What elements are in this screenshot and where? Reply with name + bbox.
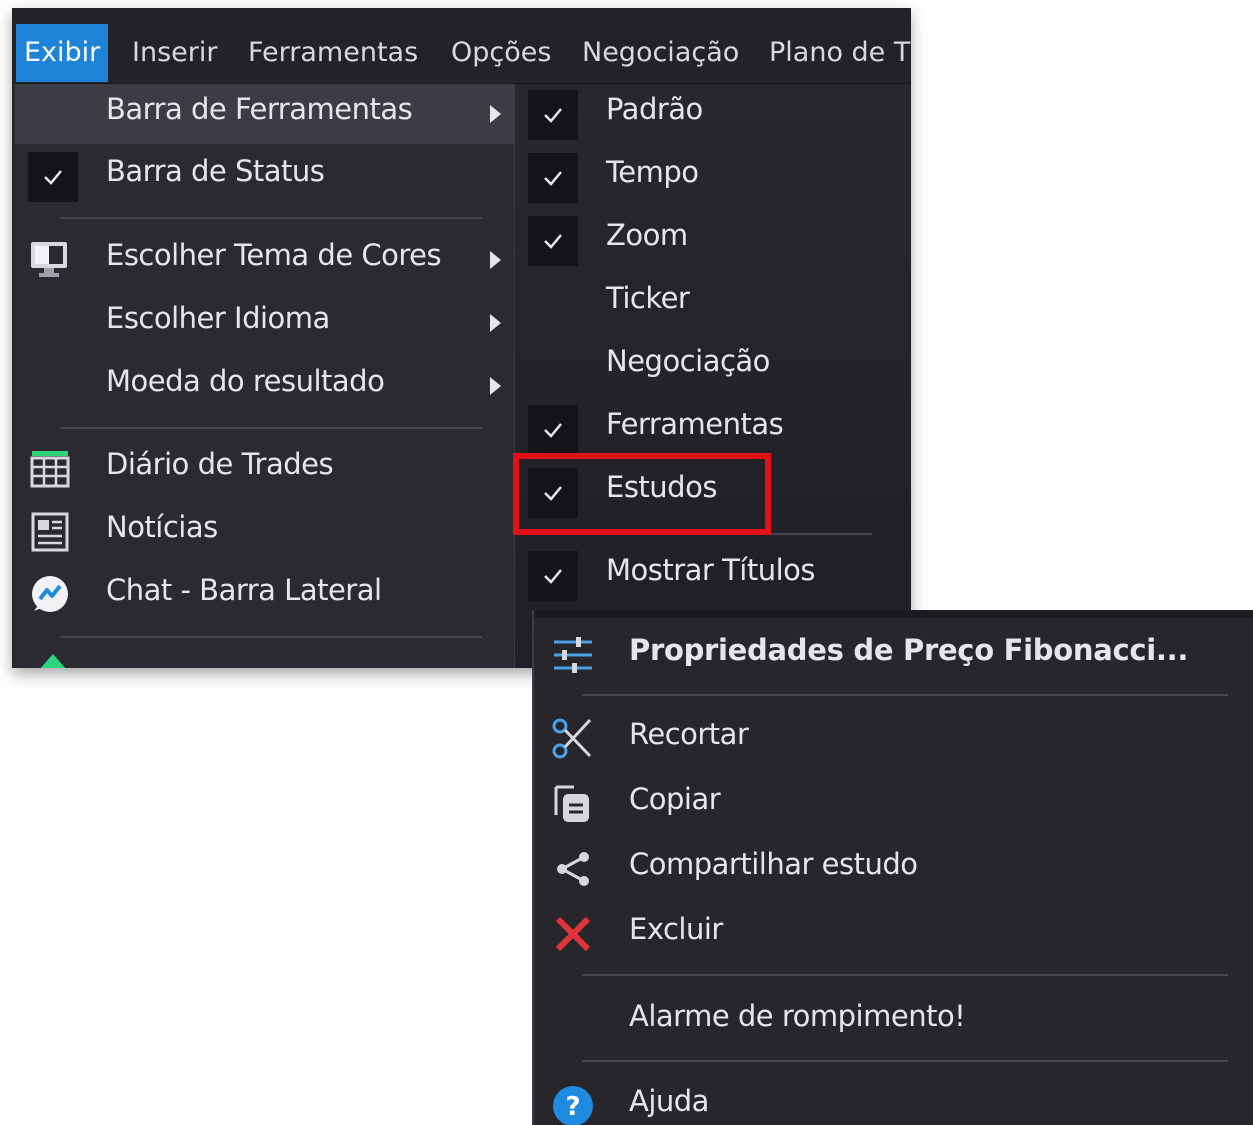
submenu-item-label: Tempo xyxy=(606,155,699,189)
submenu-item-label: Ticker xyxy=(606,281,690,315)
menu-item-label: Chat - Barra Lateral xyxy=(106,573,382,607)
share-icon xyxy=(550,846,596,892)
context-item-label: Compartilhar estudo xyxy=(629,847,918,881)
check-icon xyxy=(528,405,578,455)
menu-item-label: Moeda do resultado xyxy=(106,364,385,398)
menu-item-barra-de-ferramentas[interactable]: Barra de Ferramentas xyxy=(15,84,514,144)
sliders-icon xyxy=(550,632,596,678)
chat-icon xyxy=(28,573,72,617)
context-item-label: Copiar xyxy=(629,782,721,816)
submenu-item-ticker[interactable]: Ticker xyxy=(515,273,911,333)
context-item-label: Recortar xyxy=(629,717,749,751)
view-menu-dropdown: Barra de Ferramentas Barra de Status Esc… xyxy=(15,84,515,668)
submenu-item-label: Mostrar Títulos xyxy=(606,553,816,587)
monitor-icon xyxy=(28,238,72,282)
context-item-label: Propriedades de Preço Fibonacci... xyxy=(629,633,1189,667)
study-context-menu: Propriedades de Preço Fibonacci... Recor… xyxy=(532,610,1253,1125)
svg-text:?: ? xyxy=(565,1092,580,1122)
menu-item-label: Escolher Idioma xyxy=(106,301,330,335)
menu-item-escolher-tema[interactable]: Escolher Tema de Cores xyxy=(15,230,514,290)
check-icon xyxy=(28,152,78,202)
menu-separator xyxy=(60,427,482,429)
context-item-label: Alarme de rompimento! xyxy=(629,999,966,1033)
menu-item-barra-de-status[interactable]: Barra de Status xyxy=(15,146,514,206)
check-icon xyxy=(528,90,578,140)
menubar-inserir[interactable]: Inserir xyxy=(124,24,225,82)
menu-item-diario-trades[interactable]: Diário de Trades xyxy=(15,439,514,499)
context-item-recortar[interactable]: Recortar xyxy=(534,707,1253,769)
context-item-label: Excluir xyxy=(629,912,723,946)
check-icon xyxy=(528,551,578,601)
menubar-ferramentas[interactable]: Ferramentas xyxy=(240,24,426,82)
submenu-arrow-icon xyxy=(490,377,501,395)
submenu-item-label: Ferramentas xyxy=(606,407,784,441)
context-item-copiar[interactable]: Copiar xyxy=(534,772,1253,834)
menu-item-label: Barra de Status xyxy=(106,154,325,188)
view-menu-screenshot: Exibir Inserir Ferramentas Opções Negoci… xyxy=(12,8,911,668)
submenu-item-ferramentas[interactable]: Ferramentas xyxy=(515,399,911,459)
submenu-item-negociacao[interactable]: Negociação xyxy=(515,336,911,396)
menubar: Exibir Inserir Ferramentas Opções Negoci… xyxy=(12,8,911,84)
highlight-annotation-box xyxy=(513,453,771,535)
menu-item-label: Escolher Tema de Cores xyxy=(106,238,442,272)
scissors-icon xyxy=(550,716,596,762)
submenu-item-tempo[interactable]: Tempo xyxy=(515,147,911,207)
newspaper-icon xyxy=(28,510,72,554)
submenu-arrow-icon xyxy=(490,105,501,123)
submenu-item-label: Padrão xyxy=(606,92,703,126)
submenu-item-mostrar-titulos[interactable]: Mostrar Títulos xyxy=(515,545,911,605)
menubar-negociacao[interactable]: Negociação xyxy=(574,24,747,82)
toolbars-submenu: Padrão Tempo Zoom Ticker Negociação Ferr… xyxy=(515,84,911,668)
context-item-properties[interactable]: Propriedades de Preço Fibonacci... xyxy=(534,623,1253,685)
menu-item-noticias[interactable]: Notícias xyxy=(15,502,514,562)
submenu-arrow-icon xyxy=(490,314,501,332)
menubar-exibir[interactable]: Exibir xyxy=(16,24,109,82)
menu-item-moeda-resultado[interactable]: Moeda do resultado xyxy=(15,356,514,416)
menu-item-escolher-idioma[interactable]: Escolher Idioma xyxy=(15,293,514,353)
context-menu-top-edge xyxy=(534,610,1253,618)
check-icon xyxy=(528,153,578,203)
delete-x-icon xyxy=(550,911,596,957)
submenu-arrow-icon xyxy=(490,251,501,269)
cut-off-item-icon xyxy=(39,654,67,668)
context-item-compartilhar[interactable]: Compartilhar estudo xyxy=(534,837,1253,899)
calendar-grid-icon xyxy=(28,447,72,491)
copy-icon xyxy=(550,781,596,827)
menubar-opcoes[interactable]: Opções xyxy=(443,24,559,82)
submenu-item-label: Zoom xyxy=(606,218,688,252)
menubar-plano[interactable]: Plano de T xyxy=(761,24,911,82)
menu-item-label: Diário de Trades xyxy=(106,447,334,481)
menu-separator xyxy=(60,636,482,638)
submenu-item-zoom[interactable]: Zoom xyxy=(515,210,911,270)
context-item-alarme[interactable]: Alarme de rompimento! xyxy=(534,989,1253,1051)
menu-item-chat-barra-lateral[interactable]: Chat - Barra Lateral xyxy=(15,565,514,625)
menu-separator xyxy=(582,974,1228,976)
context-item-excluir[interactable]: Excluir xyxy=(534,902,1253,964)
menu-separator xyxy=(582,1060,1228,1062)
menu-separator xyxy=(60,217,482,219)
submenu-item-padrao[interactable]: Padrão xyxy=(515,84,911,144)
menu-item-label: Barra de Ferramentas xyxy=(106,92,413,126)
menu-item-label: Notícias xyxy=(106,510,218,544)
context-item-label: Ajuda xyxy=(629,1084,709,1118)
help-icon: ? xyxy=(550,1083,596,1125)
submenu-item-label: Negociação xyxy=(606,344,770,378)
context-item-ajuda[interactable]: ? Ajuda xyxy=(534,1074,1253,1125)
check-icon xyxy=(528,216,578,266)
menu-separator xyxy=(582,694,1228,696)
